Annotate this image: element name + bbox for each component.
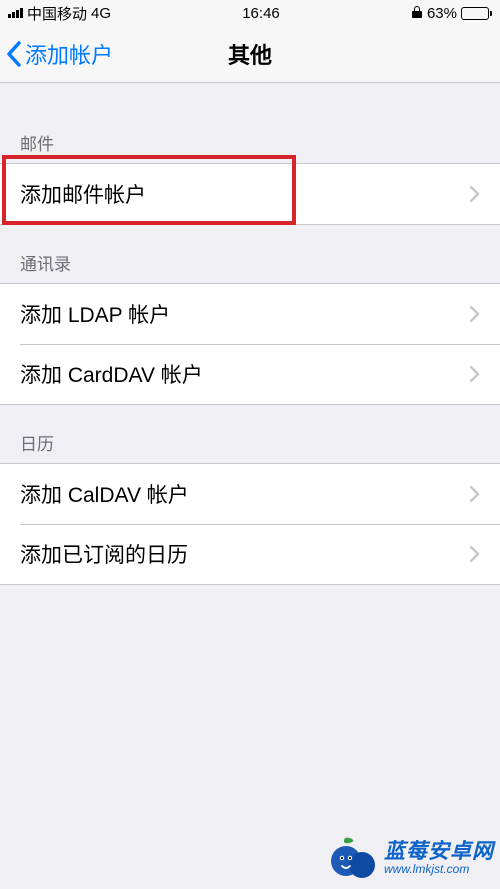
status-left: 中国移动 4G	[8, 3, 111, 24]
section-header-calendar: 日历	[0, 405, 500, 463]
chevron-right-icon	[470, 366, 480, 382]
list-item-label: 添加 CardDAV 帐户	[20, 359, 203, 389]
status-time: 16:46	[242, 5, 280, 22]
add-carddav-account[interactable]: 添加 CardDAV 帐户	[0, 344, 500, 404]
page-title: 其他	[228, 38, 272, 70]
chevron-right-icon	[470, 486, 480, 502]
chevron-right-icon	[470, 306, 480, 322]
watermark-title: 蓝莓安卓网	[384, 840, 494, 863]
section-header-contacts: 通讯录	[0, 225, 500, 283]
watermark-url: www.lmkjst.com	[384, 863, 494, 876]
watermark: 蓝莓安卓网 www.lmkjst.com	[328, 833, 494, 883]
lock-icon	[411, 5, 423, 22]
chevron-right-icon	[470, 186, 480, 202]
list-item-label: 添加 LDAP 帐户	[20, 299, 170, 329]
add-caldav-account[interactable]: 添加 CalDAV 帐户	[0, 464, 500, 524]
back-label: 添加帐户	[25, 38, 113, 70]
signal-icon	[8, 8, 23, 18]
add-mail-account[interactable]: 添加邮件帐户	[0, 164, 500, 224]
list-item-label: 添加已订阅的日历	[20, 539, 188, 569]
status-bar: 中国移动 4G 16:46 63%	[0, 0, 500, 26]
add-subscribed-calendar[interactable]: 添加已订阅的日历	[0, 524, 500, 584]
carrier-label: 中国移动	[27, 3, 87, 24]
battery-pct: 63%	[427, 5, 457, 22]
section-header-mail: 邮件	[0, 83, 500, 163]
chevron-left-icon	[6, 41, 22, 67]
blueberry-icon	[328, 833, 378, 883]
nav-bar: 添加帐户 其他	[0, 26, 500, 83]
chevron-right-icon	[470, 546, 480, 562]
list-group-calendar: 添加 CalDAV 帐户 添加已订阅的日历	[0, 463, 500, 585]
back-button[interactable]: 添加帐户	[0, 38, 113, 70]
watermark-text: 蓝莓安卓网 www.lmkjst.com	[384, 840, 494, 876]
list-group-contacts: 添加 LDAP 帐户 添加 CardDAV 帐户	[0, 283, 500, 405]
status-right: 63%	[411, 5, 492, 22]
list-group-mail: 添加邮件帐户	[0, 163, 500, 225]
battery-icon	[461, 7, 492, 20]
add-ldap-account[interactable]: 添加 LDAP 帐户	[0, 284, 500, 344]
list-item-label: 添加邮件帐户	[20, 179, 146, 209]
network-label: 4G	[91, 5, 111, 22]
list-item-label: 添加 CalDAV 帐户	[20, 479, 189, 509]
